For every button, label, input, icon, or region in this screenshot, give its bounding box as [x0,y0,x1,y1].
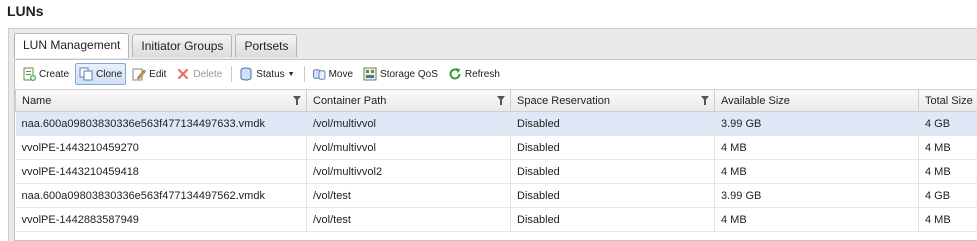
cell-available-size: 3.99 GB [714,183,919,208]
move-icon [312,67,326,81]
edit-button[interactable]: Edit [128,63,170,85]
table-row[interactable]: naa.600a09803830336e563f477134497633.vmd… [15,111,977,136]
cell-space-reservation: Disabled [510,207,715,232]
tab-portsets[interactable]: Portsets [235,34,298,57]
cell-total-size: 4 GB [918,111,977,136]
delete-icon [176,67,190,81]
move-button[interactable]: Move [308,63,357,85]
delete-label: Delete [193,68,223,80]
cell-space-reservation: Disabled [510,135,715,160]
storage-qos-label: Storage QoS [380,68,438,80]
create-label: Create [39,68,70,80]
cell-space-reservation: Disabled [510,159,715,184]
cell-available-size: 4 MB [714,135,919,160]
cell-name: vvolPE-1442883587949 [15,207,307,232]
database-icon [239,67,253,81]
table-row[interactable]: vvolPE-1443210459418 /vol/multivvol2 Dis… [15,159,977,184]
column-header-label: Name [22,94,52,107]
column-header-available-size[interactable]: Available Size [714,89,919,112]
cell-container-path: /vol/multivvol2 [306,159,511,184]
create-icon [22,67,36,81]
tab-bar: LUN Management Initiator Groups Portsets [14,33,300,58]
edit-label: Edit [149,68,167,80]
move-label: Move [328,68,354,80]
cell-name: naa.600a09803830336e563f477134497633.vmd… [15,111,307,136]
column-header-name[interactable]: Name [15,89,307,112]
luns-panel: LUN Management Initiator Groups Portsets… [8,28,977,241]
refresh-label: Refresh [464,68,500,80]
column-header-total-size[interactable]: Total Size [918,89,977,112]
column-header-label: Container Path [313,94,387,107]
toolbar-divider [231,66,233,82]
column-header-space-reservation[interactable]: Space Reservation [510,89,715,112]
create-button[interactable]: Create [18,63,73,85]
cell-total-size: 4 MB [918,135,977,160]
refresh-icon [448,67,462,81]
chevron-down-icon: ▼ [287,70,295,78]
cell-space-reservation: Disabled [510,111,715,136]
filter-icon[interactable] [497,96,505,105]
cell-total-size: 4 GB [918,183,977,208]
table-row[interactable]: vvolPE-1443210459270 /vol/multivvol Disa… [15,135,977,160]
column-header-container-path[interactable]: Container Path [306,89,511,112]
cell-space-reservation: Disabled [510,183,715,208]
cell-available-size: 3.99 GB [714,111,919,136]
status-dropdown[interactable]: Status ▼ [235,63,298,85]
page-title: LUNs [7,3,44,19]
storage-qos-icon [363,67,377,81]
column-header-label: Available Size [721,94,790,107]
tab-lun-management[interactable]: LUN Management [14,33,130,58]
delete-button[interactable]: Delete [172,63,226,85]
table-row[interactable]: naa.600a09803830336e563f477134497562.vmd… [15,183,977,208]
toolbar-divider [303,66,305,82]
edit-icon [132,67,147,81]
column-header-label: Total Size [925,94,973,107]
status-label: Status [256,68,285,80]
cell-container-path: /vol/test [306,183,511,208]
tab-content: Create Clone Edit Delete Status ▼ Move S… [14,59,977,241]
cell-available-size: 4 MB [714,207,919,232]
clone-button[interactable]: Clone [75,63,127,85]
tab-initiator-groups[interactable]: Initiator Groups [132,34,233,57]
filter-icon[interactable] [701,96,709,105]
cell-container-path: /vol/multivvol [306,135,511,160]
toolbar: Create Clone Edit Delete Status ▼ Move S… [15,60,977,88]
cell-name: naa.600a09803830336e563f477134497562.vmd… [15,183,307,208]
column-header-label: Space Reservation [517,94,610,107]
cell-name: vvolPE-1443210459270 [15,135,307,160]
clone-icon [79,67,93,81]
cell-available-size: 4 MB [714,159,919,184]
cell-container-path: /vol/test [306,207,511,232]
cell-total-size: 4 MB [918,159,977,184]
lun-table: Name Container Path Space Reservation Av… [15,89,977,240]
table-header-row: Name Container Path Space Reservation Av… [15,89,977,112]
clone-label: Clone [96,68,123,80]
storage-qos-button[interactable]: Storage QoS [359,63,442,85]
cell-total-size: 4 MB [918,207,977,232]
table-row[interactable]: vvolPE-1442883587949 /vol/test Disabled … [15,207,977,232]
cell-name: vvolPE-1443210459418 [15,159,307,184]
filter-icon[interactable] [293,96,301,105]
refresh-button[interactable]: Refresh [444,63,504,85]
cell-container-path: /vol/multivvol [306,111,511,136]
